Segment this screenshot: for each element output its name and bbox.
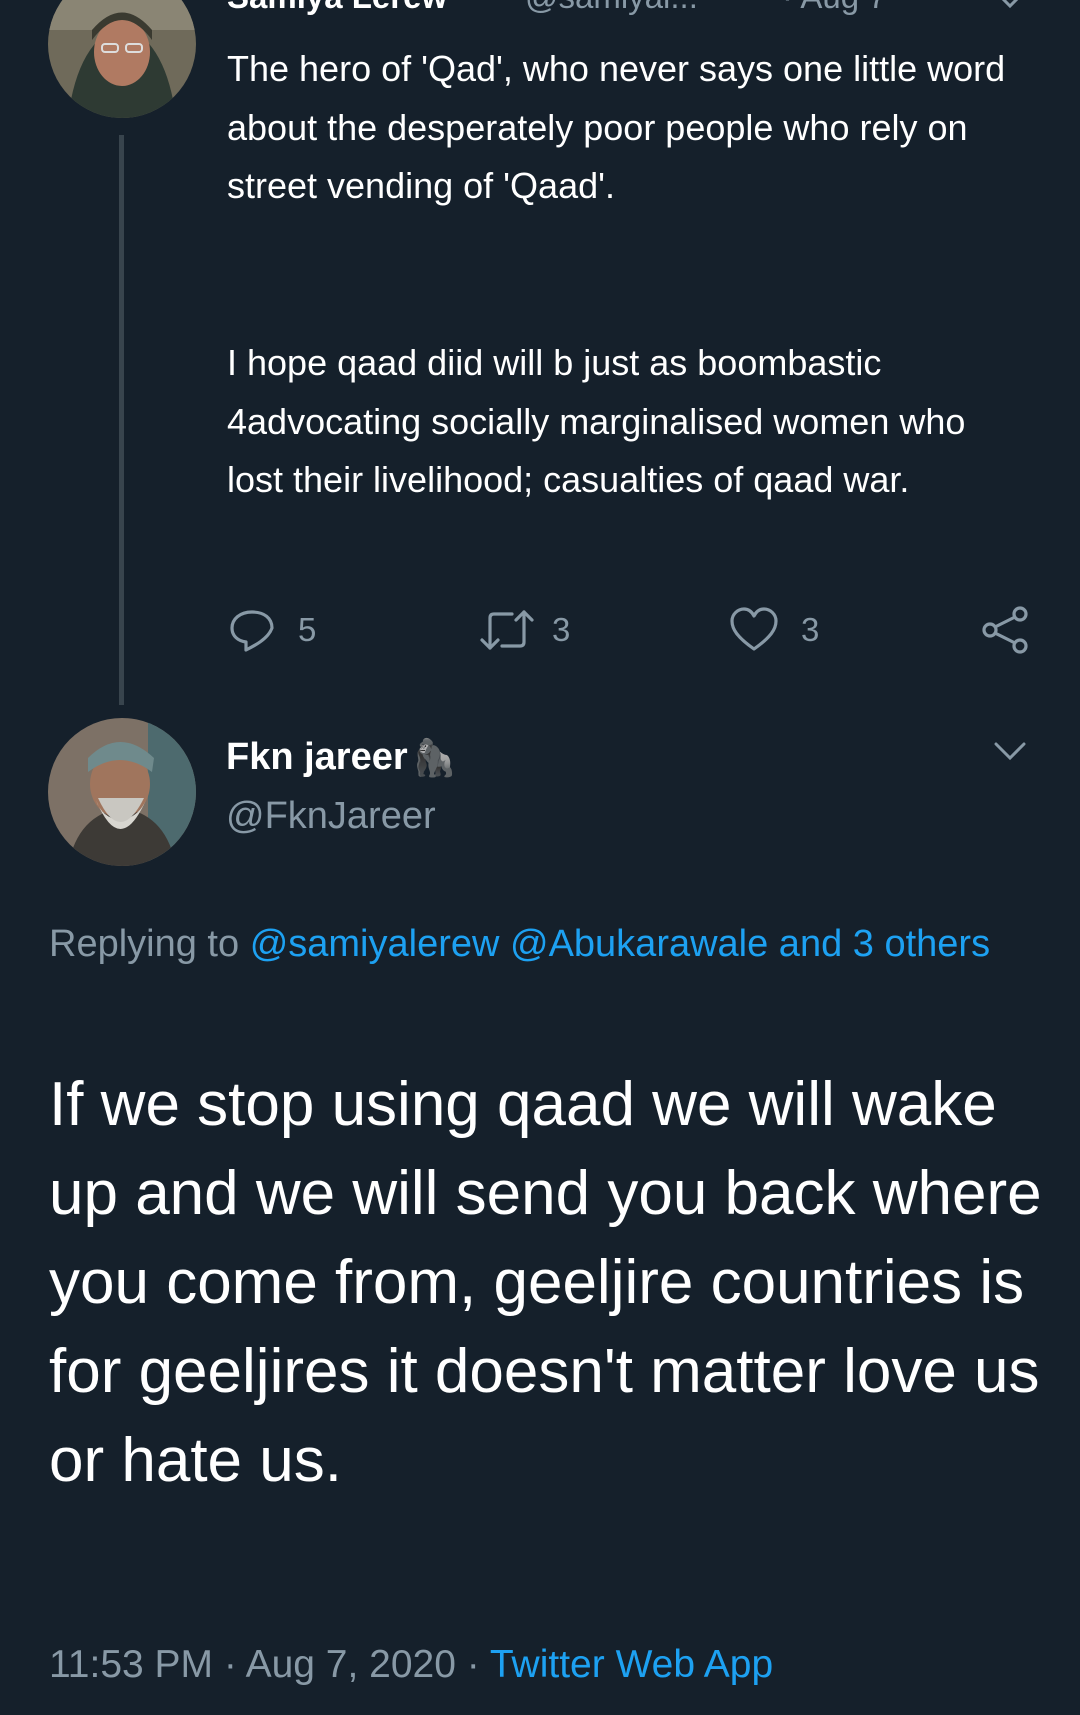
meta-separator: · bbox=[213, 1643, 246, 1686]
share-icon bbox=[982, 606, 1028, 654]
tweet1-handle[interactable]: @samiyal... bbox=[525, 0, 698, 16]
reply-button[interactable]: 5 bbox=[228, 600, 316, 660]
tweet1-date[interactable]: · Aug 7 bbox=[782, 0, 887, 16]
chevron-down-icon[interactable] bbox=[990, 738, 1030, 769]
reply-icon bbox=[230, 610, 274, 652]
tweet1-display-name[interactable]: Samiya Lerew bbox=[227, 0, 447, 16]
share-button[interactable] bbox=[980, 600, 1030, 660]
retweet-icon bbox=[480, 610, 534, 650]
tweet1-text-paragraph-1: The hero of 'Qad', who never says one li… bbox=[227, 48, 1006, 206]
replying-to-links[interactable]: @samiyalerew @Abukarawale and 3 others bbox=[250, 923, 990, 965]
thread-connector-line bbox=[119, 135, 124, 705]
like-icon bbox=[730, 607, 778, 651]
retweet-count: 3 bbox=[552, 611, 571, 648]
tweet2-text: If we stop using qaad we will wake up an… bbox=[49, 1070, 1042, 1495]
tweet-date[interactable]: Aug 7, 2020 bbox=[246, 1643, 456, 1686]
gorilla-emoji: 🦍 bbox=[411, 737, 457, 779]
avatar-samiya[interactable] bbox=[48, 0, 196, 118]
avatar-fkn-jareer[interactable] bbox=[48, 718, 196, 866]
tweet-time[interactable]: 11:53 PM bbox=[49, 1643, 213, 1686]
tweet2-display-name[interactable]: Fkn jareer 🦍 bbox=[226, 736, 456, 779]
like-button[interactable]: 3 bbox=[729, 600, 819, 660]
chevron-down-icon[interactable] bbox=[990, 0, 1030, 17]
retweet-button[interactable]: 3 bbox=[478, 600, 570, 660]
tweet2-display-name-text: Fkn jareer bbox=[226, 736, 408, 778]
tweet-metadata: 11:53 PM · Aug 7, 2020 · Twitter Web App bbox=[49, 1643, 773, 1687]
tweet-source[interactable]: Twitter Web App bbox=[490, 1643, 773, 1686]
tweet2-handle[interactable]: @FknJareer bbox=[226, 795, 436, 838]
reply-count: 5 bbox=[298, 611, 317, 648]
meta-separator: · bbox=[455, 1643, 490, 1686]
like-count: 3 bbox=[801, 611, 820, 648]
tweet1-text-paragraph-2: I hope qaad diid will b just as boombast… bbox=[227, 342, 966, 500]
replying-to-label: Replying to bbox=[49, 923, 240, 965]
replying-to: Replying to @samiyalerew @Abukarawale an… bbox=[49, 915, 1039, 973]
